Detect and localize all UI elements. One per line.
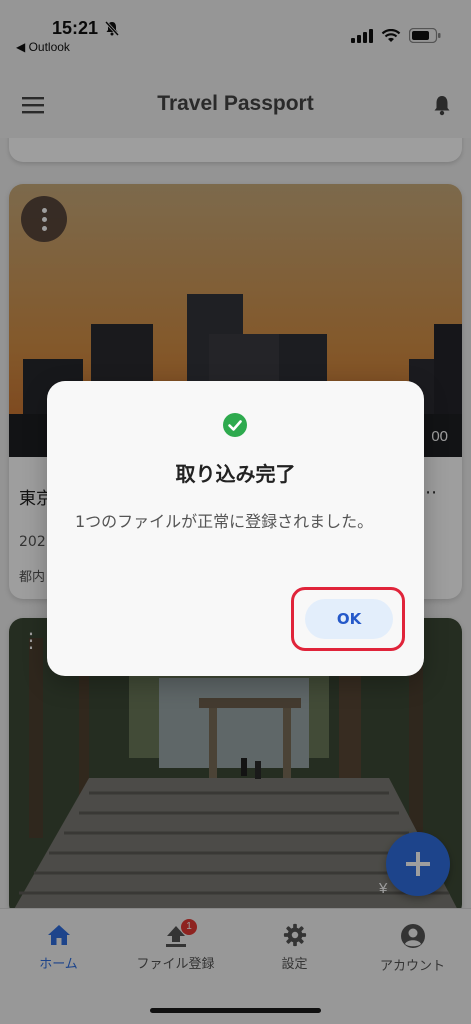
ok-button[interactable]: OK — [305, 599, 393, 639]
dialog-title: 取り込み完了 — [175, 462, 296, 486]
import-complete-dialog: 取り込み完了 1つのファイルが正常に登録されました。 OK — [47, 381, 424, 676]
dialog-message: 1つのファイルが正常に登録されました。 — [75, 512, 374, 531]
check-circle-icon — [223, 413, 247, 437]
